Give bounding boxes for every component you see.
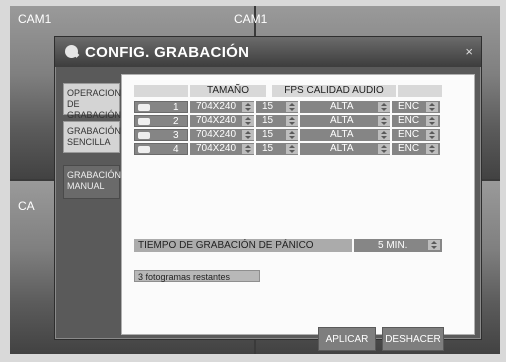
- dialog-title: CONFIG. GRABACIÓN: [85, 44, 250, 61]
- size-select[interactable]: 704X240: [190, 115, 254, 127]
- sidebar-item-manual-recording[interactable]: GRABACIÓN MANUAL: [63, 165, 121, 199]
- recording-config-dialog: CONFIG. GRABACIÓN × OPERACIONES DE GRABA…: [54, 36, 482, 351]
- audio-select[interactable]: ENC: [392, 143, 440, 155]
- audio-spinner-icon[interactable]: [426, 102, 438, 112]
- panic-duration-select[interactable]: 5 MIN.: [354, 239, 442, 252]
- fps-select[interactable]: 15: [256, 143, 298, 155]
- camera-grid: CAM1 CAM1 CA CONFIG. GRABACIÓN × OPERACI…: [10, 6, 500, 354]
- channel-cell[interactable]: 4: [134, 143, 188, 155]
- camera-label: CAM1: [18, 12, 52, 26]
- fps-spinner-icon[interactable]: [286, 144, 298, 154]
- apply-button[interactable]: APLICAR: [318, 327, 376, 351]
- quality-select[interactable]: ALTA: [300, 129, 390, 141]
- settings-panel: TAMAÑO FPS CALIDAD AUDIO 1 704X240 15 AL…: [121, 74, 475, 351]
- fps-spinner-icon[interactable]: [286, 102, 298, 112]
- size-select[interactable]: 704X240: [190, 143, 254, 155]
- size-select[interactable]: 704X240: [190, 101, 254, 113]
- camera-label: CAM1: [234, 12, 268, 26]
- header-size: TAMAÑO: [190, 85, 266, 97]
- size-spinner-icon[interactable]: [242, 130, 254, 140]
- header-fps-quality-audio: FPS CALIDAD AUDIO: [272, 85, 396, 97]
- fps-spinner-icon[interactable]: [286, 116, 298, 126]
- audio-spinner-icon[interactable]: [426, 144, 438, 154]
- channel-cell[interactable]: 2: [134, 115, 188, 127]
- header-channel: [134, 85, 188, 97]
- quality-select[interactable]: ALTA: [300, 101, 390, 113]
- dialog-titlebar: CONFIG. GRABACIÓN ×: [55, 37, 481, 67]
- quality-select[interactable]: ALTA: [300, 143, 390, 155]
- camera-icon: [138, 104, 150, 111]
- audio-spinner-icon[interactable]: [426, 130, 438, 140]
- fps-select[interactable]: 15: [256, 129, 298, 141]
- channel-cell[interactable]: 3: [134, 129, 188, 141]
- header-extra: [398, 85, 442, 97]
- audio-select[interactable]: ENC: [392, 101, 440, 113]
- quality-select[interactable]: ALTA: [300, 115, 390, 127]
- frames-remaining-status: 3 fotogramas restantes: [134, 270, 260, 282]
- size-spinner-icon[interactable]: [242, 116, 254, 126]
- panic-recording-label: TIEMPO DE GRABACIÓN DE PÁNICO: [134, 239, 352, 252]
- audio-select[interactable]: ENC: [392, 129, 440, 141]
- quality-spinner-icon[interactable]: [378, 116, 390, 126]
- fps-select[interactable]: 15: [256, 101, 298, 113]
- close-icon[interactable]: ×: [465, 44, 473, 59]
- camera-icon: [138, 146, 150, 153]
- camera-label: CA: [18, 199, 35, 213]
- size-spinner-icon[interactable]: [242, 102, 254, 112]
- quality-spinner-icon[interactable]: [378, 102, 390, 112]
- quality-spinner-icon[interactable]: [378, 130, 390, 140]
- camera-icon: [138, 132, 150, 139]
- panic-spinner-icon[interactable]: [428, 240, 440, 250]
- size-select[interactable]: 704X240: [190, 129, 254, 141]
- audio-select[interactable]: ENC: [392, 115, 440, 127]
- sidebar-item-recording-operations[interactable]: OPERACIONES DE GRABACIÓN: [63, 83, 133, 120]
- search-settings-icon: [65, 45, 78, 58]
- size-spinner-icon[interactable]: [242, 144, 254, 154]
- channel-cell[interactable]: 1: [134, 101, 188, 113]
- camera-icon: [138, 118, 150, 125]
- undo-button[interactable]: DESHACER: [382, 327, 444, 351]
- fps-spinner-icon[interactable]: [286, 130, 298, 140]
- fps-select[interactable]: 15: [256, 115, 298, 127]
- audio-spinner-icon[interactable]: [426, 116, 438, 126]
- sidebar-item-simple-recording[interactable]: GRABACIÓN SENCILLA: [63, 121, 121, 153]
- quality-spinner-icon[interactable]: [378, 144, 390, 154]
